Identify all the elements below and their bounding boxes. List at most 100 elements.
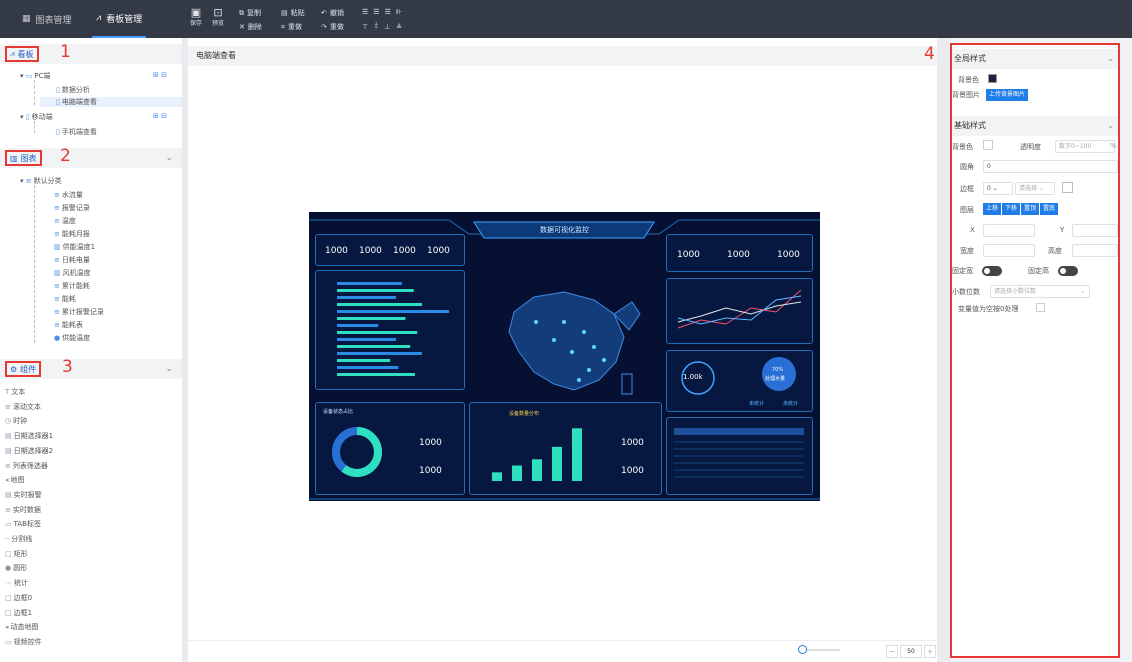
component-item[interactable]: ≡ 滚动文本: [5, 402, 41, 412]
dashboard-preview[interactable]: 数据可视化监控 1000 1000 1000 1000 1000 1000 10…: [309, 212, 820, 501]
component-item[interactable]: ▭ 视频控件: [5, 637, 42, 647]
component-item[interactable]: ◂ 地图: [5, 475, 25, 485]
component-item[interactable]: ▤ 日期选择器2: [5, 446, 53, 456]
gauge-value: 1.00k: [683, 373, 703, 381]
chevron-down-icon[interactable]: ⌄: [165, 153, 173, 163]
width-input[interactable]: [983, 244, 1035, 257]
basic-style-header[interactable]: 基础样式 ⌄: [952, 116, 1118, 136]
chart-item[interactable]: ≡ 能耗表: [54, 320, 83, 330]
component-item[interactable]: ▭ TAB标签: [5, 519, 41, 529]
save-button[interactable]: ▣ 保存: [185, 6, 207, 28]
board-section-header[interactable]: ⩘ 看板 1: [0, 42, 182, 64]
add-folder-icon[interactable]: ⊟: [161, 112, 167, 120]
undo-button[interactable]: ↶ 撤销: [321, 8, 344, 18]
chart-item[interactable]: ≡ 能耗月报: [54, 229, 90, 239]
align-right-icon[interactable]: ☰: [385, 8, 393, 16]
chart-item[interactable]: ≡ 日耗电量: [54, 255, 90, 265]
tree-item-mobile-view[interactable]: ▯ 手机端查看: [56, 127, 97, 137]
height-input[interactable]: [1072, 244, 1118, 257]
align-bottom-icon[interactable]: ⊥: [384, 23, 393, 31]
add-folder-icon[interactable]: ⊟: [161, 71, 167, 79]
align-center-icon[interactable]: ☰: [373, 8, 381, 16]
y-input[interactable]: [1072, 224, 1118, 237]
component-section-header[interactable]: ⚙ 组件 3 ⌄: [0, 357, 182, 379]
tree-item-data-analysis[interactable]: ▯ 数据分析: [56, 85, 90, 95]
component-item[interactable]: □ 矩形: [5, 549, 28, 559]
zoom-out-button[interactable]: −: [886, 645, 898, 658]
align-distribute-icon[interactable]: ⊪: [396, 8, 404, 16]
zoom-input[interactable]: 50: [900, 645, 922, 658]
delete-button[interactable]: ✕ 删除: [239, 22, 262, 32]
clear-button[interactable]: ⌗ 重做: [281, 22, 302, 32]
component-item[interactable]: ┄ 分割线: [5, 534, 32, 544]
decimals-select[interactable]: 请选择小数位数 ⌄: [990, 285, 1090, 298]
component-item[interactable]: ≡ 列表筛选器: [5, 461, 48, 471]
component-item[interactable]: ≡ 实时数据: [5, 505, 41, 515]
border-width-select[interactable]: 0 ⌄: [983, 182, 1013, 195]
align-top-icon[interactable]: ⊤: [362, 23, 371, 31]
unstat-label: 未统计: [749, 401, 765, 407]
align-vdistribute-icon[interactable]: ≗: [396, 23, 405, 31]
chart-item[interactable]: ≡ 温度: [54, 216, 76, 226]
layer-button[interactable]: 置底: [1040, 203, 1059, 215]
delete-icon: ✕: [239, 23, 245, 31]
component-item[interactable]: ▤ 日期选择器1: [5, 431, 53, 441]
layer-button[interactable]: 置顶: [1021, 203, 1040, 215]
list-icon: ≡: [25, 177, 32, 185]
component-item[interactable]: T 文本: [5, 387, 25, 397]
zoom-slider-handle[interactable]: [798, 645, 807, 654]
opacity-input[interactable]: 数字0~100: [1055, 140, 1115, 153]
bg-color-picker[interactable]: [988, 74, 997, 83]
annotation-number: 3: [62, 357, 73, 377]
chart-item[interactable]: ≡ 累计报警记录: [54, 307, 104, 317]
preview-button[interactable]: ⊡ 预览: [207, 6, 229, 28]
tree-group-default[interactable]: ▾ ≡ 默认分类: [20, 176, 62, 186]
tree-group-pc[interactable]: ▾ ▭ PC端: [20, 71, 50, 81]
chart-item[interactable]: ▥ 供能温度1: [54, 242, 95, 252]
align-left-icon[interactable]: ☰: [362, 8, 370, 16]
x-input[interactable]: [983, 224, 1035, 237]
component-item[interactable]: □ 边框0: [5, 593, 32, 603]
component-item[interactable]: ◷ 时钟: [5, 416, 27, 426]
chart-item[interactable]: ▥ 风机温度: [54, 268, 91, 278]
tab-chart-management[interactable]: ▦ 图表管理: [22, 0, 72, 38]
bg-color-picker-2[interactable]: [983, 140, 993, 150]
component-item[interactable]: ▤ 实时报警: [5, 490, 42, 500]
layer-button[interactable]: 下移: [1002, 203, 1021, 215]
chart-item[interactable]: ≡ 能耗: [54, 294, 76, 304]
group-actions: ⊞ ⊟: [153, 112, 167, 120]
chart-item[interactable]: ≡ 水流量: [54, 190, 83, 200]
right-splitter[interactable]: [937, 38, 950, 662]
layer-button[interactable]: 上移: [983, 203, 1002, 215]
border-style-select[interactable]: 请选择 ⌄: [1015, 182, 1055, 195]
component-item[interactable]: ⋯ 统计: [5, 578, 28, 588]
component-icon: ◷: [5, 417, 12, 426]
component-item[interactable]: □ 边框1: [5, 608, 32, 618]
chart-item[interactable]: ≡ 累计能耗: [54, 281, 90, 291]
chart-item[interactable]: ≡ 报警记录: [54, 203, 90, 213]
chart-section-header[interactable]: ▥ 图表 2 ⌄: [0, 146, 182, 168]
global-style-header[interactable]: 全局样式 ⌄: [952, 49, 1118, 69]
tab-board-management[interactable]: ⩘ 看板管理: [92, 0, 147, 38]
tree-item-pc-view[interactable]: ▯ 电脑端查看: [40, 97, 182, 107]
component-item[interactable]: ◂ 动态地图: [5, 622, 39, 632]
radius-input[interactable]: 0: [983, 160, 1118, 173]
fixed-height-toggle[interactable]: [1058, 266, 1078, 276]
component-icon: □: [5, 549, 12, 558]
chevron-down-icon[interactable]: ⌄: [165, 364, 173, 374]
add-file-icon[interactable]: ⊞: [153, 112, 159, 120]
chart-item[interactable]: ● 供能温度: [54, 333, 90, 343]
tree-group-mobile[interactable]: ▾ ▯ 移动端: [20, 112, 53, 122]
border-color-picker[interactable]: [1062, 182, 1073, 193]
redo-button[interactable]: ↷ 重做: [321, 22, 344, 32]
null-zero-checkbox[interactable]: [1036, 303, 1045, 312]
add-file-icon[interactable]: ⊞: [153, 71, 159, 79]
align-middle-icon[interactable]: ⫩: [374, 22, 381, 31]
fixed-width-toggle[interactable]: [982, 266, 1002, 276]
component-icon: ▤: [5, 432, 12, 441]
component-item[interactable]: ● 圆形: [5, 563, 27, 573]
paste-button[interactable]: ▤ 粘贴: [281, 8, 305, 18]
copy-button[interactable]: ⧉ 复制: [239, 8, 261, 18]
upload-bg-button[interactable]: 上传背景图片: [986, 89, 1029, 101]
zoom-in-button[interactable]: +: [924, 645, 936, 658]
